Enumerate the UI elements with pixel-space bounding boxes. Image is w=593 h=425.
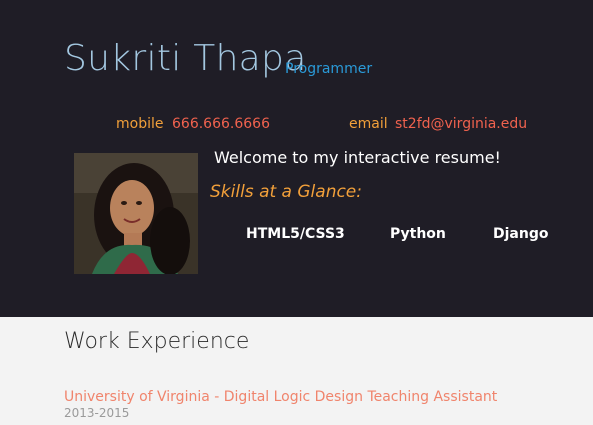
welcome-text: Welcome to my interactive resume! bbox=[214, 148, 501, 167]
work-experience-heading: Work Experience bbox=[64, 329, 250, 354]
job-dates: 2013-2015 bbox=[64, 406, 130, 420]
job-title-link[interactable]: University of Virginia - Digital Logic D… bbox=[64, 389, 497, 405]
skill-item: HTML5/CSS3 bbox=[246, 226, 345, 242]
email-link[interactable]: st2fd@virginia.edu bbox=[395, 116, 527, 132]
mobile-value: 666.666.6666 bbox=[172, 116, 270, 132]
role-subtitle: Programmer bbox=[285, 61, 373, 77]
mobile-label: mobile bbox=[116, 116, 164, 132]
skill-item: Django bbox=[493, 226, 549, 242]
email-label: email bbox=[349, 116, 388, 132]
profile-photo bbox=[74, 153, 198, 274]
header-section: Sukriti Thapa Programmer mobile 666.666.… bbox=[0, 0, 593, 317]
page-title: Sukriti Thapa bbox=[64, 38, 307, 79]
skills-heading: Skills at a Glance: bbox=[210, 182, 362, 202]
skill-item: Python bbox=[390, 226, 446, 242]
